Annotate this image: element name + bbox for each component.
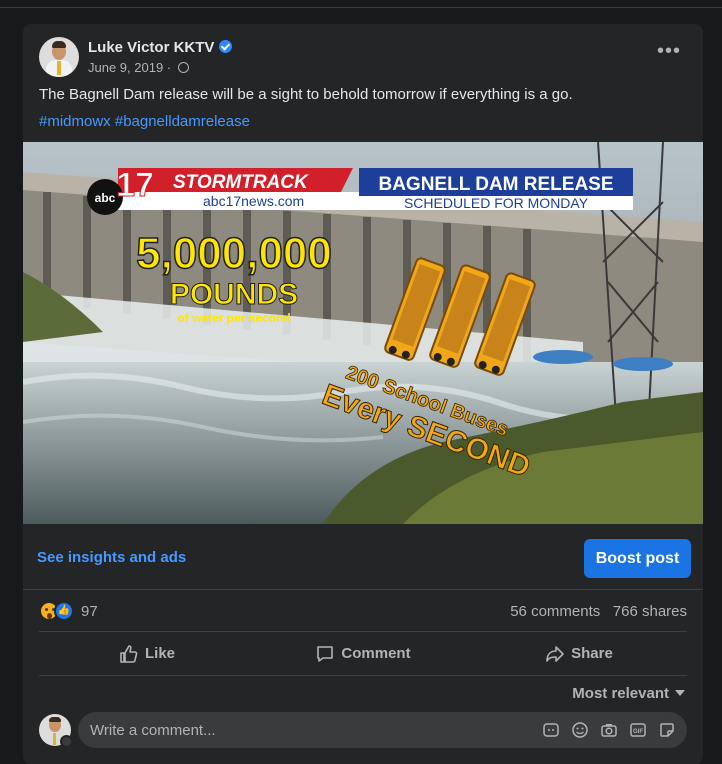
website-text: abc17news.com	[203, 193, 304, 209]
globe-icon[interactable]	[177, 62, 189, 73]
comment-label: Comment	[341, 645, 411, 662]
comment-icon	[317, 645, 334, 662]
reaction-count[interactable]: 97	[81, 603, 98, 620]
composer-tools: GIF	[541, 720, 677, 740]
post-meta: June 9, 2019 ·	[88, 60, 189, 75]
engagement-stats: 👍 97 56 comments 766 shares	[39, 600, 687, 622]
gif-icon[interactable]: GIF	[628, 720, 648, 740]
comment-sort-dropdown[interactable]: Most relevant	[572, 685, 685, 702]
dam-graphic: abc 17 STORMTRACK abc17news.com BAGNELL …	[23, 142, 703, 524]
share-icon	[546, 645, 564, 662]
post-hashtags[interactable]: #midmowx #bagnelldamrelease	[39, 113, 250, 130]
channel-number: 17	[116, 166, 154, 204]
unit-text: POUNDS	[170, 278, 298, 311]
verified-icon	[219, 40, 233, 53]
post-image[interactable]: abc 17 STORMTRACK abc17news.com BAGNELL …	[23, 142, 703, 524]
sort-label: Most relevant	[572, 685, 669, 702]
like-label: Like	[144, 645, 175, 662]
share-label: Share	[571, 645, 613, 662]
author-avatar[interactable]	[39, 37, 79, 77]
like-reaction-icon[interactable]: 👍	[54, 601, 74, 621]
promo-bar: See insights and ads Boost post	[23, 524, 703, 590]
comment-button[interactable]: Comment	[255, 632, 471, 675]
post-date[interactable]: June 9, 2019	[88, 60, 163, 75]
like-icon	[120, 644, 138, 663]
comment-share-counts: 56 comments 766 shares	[510, 603, 687, 620]
big-number: 5,000,000	[136, 229, 332, 278]
comment-placeholder: Write a comment...	[90, 722, 216, 739]
share-count[interactable]: 766 shares	[613, 603, 687, 620]
like-button[interactable]: Like	[39, 632, 255, 675]
avatar-sticker-icon[interactable]	[541, 720, 561, 740]
author-name-row[interactable]: Luke Victor KKTV	[88, 39, 233, 56]
stormtrack-brand: STORMTRACK	[173, 172, 309, 193]
post-caption: The Bagnell Dam release will be a sight …	[39, 86, 573, 103]
svg-text:GIF: GIF	[633, 729, 643, 735]
abc-logo: abc	[95, 191, 116, 205]
chevron-down-icon	[675, 690, 685, 696]
banner-headline: BAGNELL DAM RELEASE	[378, 174, 613, 195]
boost-post-button[interactable]: Boost post	[584, 539, 691, 578]
unit-subtext: of water per second	[177, 311, 290, 325]
more-icon[interactable]: •••	[657, 41, 681, 61]
see-insights-link[interactable]: See insights and ads	[37, 549, 186, 566]
top-divider	[0, 0, 722, 8]
banner-subheadline: SCHEDULED FOR MONDAY	[404, 195, 589, 211]
action-bar: Like Comment Share	[39, 631, 687, 676]
comment-composer: Write a comment... GIF	[39, 712, 687, 748]
camera-icon[interactable]	[599, 720, 619, 740]
comment-count[interactable]: 56 comments	[510, 603, 600, 620]
author-name[interactable]: Luke Victor KKTV	[88, 39, 214, 56]
profile-switch-icon[interactable]	[60, 735, 73, 748]
post-header: Luke Victor KKTV June 9, 2019 · •••	[39, 37, 687, 79]
date-separator: ·	[163, 60, 175, 75]
share-button[interactable]: Share	[471, 632, 687, 675]
comment-input[interactable]: Write a comment... GIF	[78, 712, 687, 748]
post-card: Luke Victor KKTV June 9, 2019 · ••• The …	[23, 24, 703, 764]
sticker-icon[interactable]	[657, 720, 677, 740]
emoji-icon[interactable]	[570, 720, 590, 740]
